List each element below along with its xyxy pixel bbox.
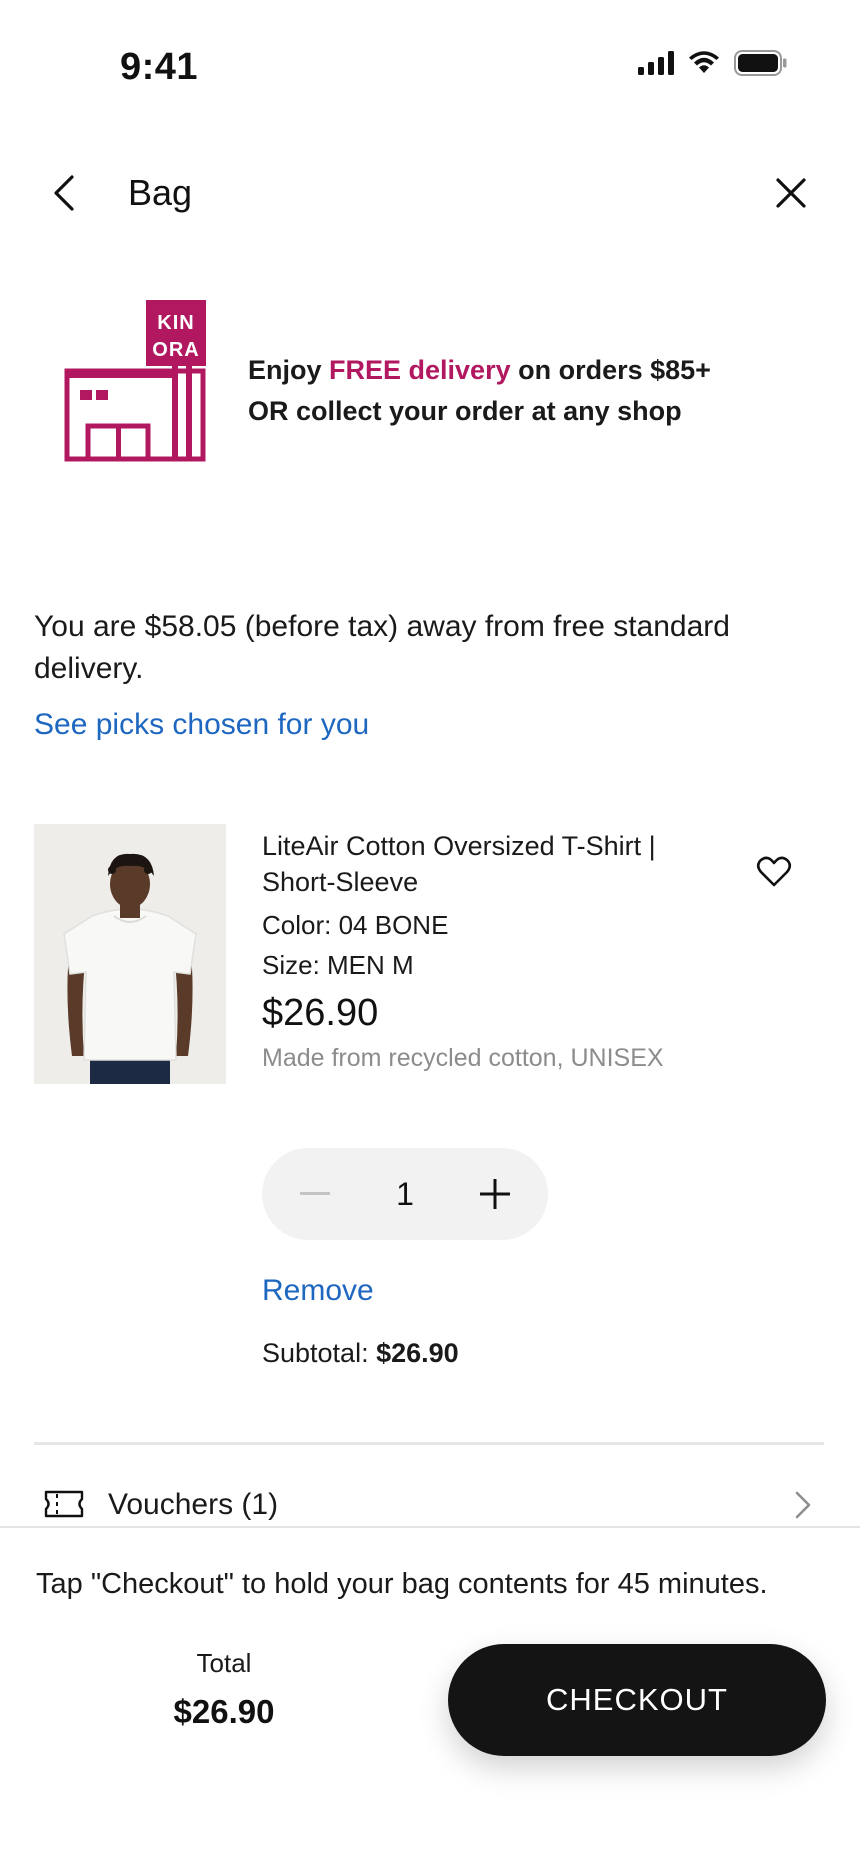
promo-accent: FREE delivery (329, 355, 511, 385)
heart-icon (756, 856, 792, 887)
vouchers-label: Vouchers (1) (108, 1488, 279, 1521)
promo-banner: KIN ORA Enjoy FREE delivery on orders $8… (64, 298, 824, 464)
total-value: $26.90 (173, 1693, 275, 1730)
total-label: Total (196, 1648, 252, 1678)
logo-line1: KIN (157, 312, 194, 334)
product-price: $26.90 (262, 992, 379, 1034)
signal-icon (638, 51, 674, 75)
back-button[interactable] (44, 168, 84, 218)
close-button[interactable] (766, 168, 816, 218)
promo-line2: OR collect your order at any shop (248, 396, 682, 426)
voucher-ticket-icon (44, 1490, 84, 1518)
product-name[interactable]: LiteAir Cotton Oversized T-Shirt | Short… (262, 828, 722, 900)
product-size: Size: MEN M (262, 950, 414, 980)
page-title: Bag (128, 172, 193, 213)
promo-suffix: on orders $85+ (510, 355, 711, 385)
divider (34, 1442, 824, 1445)
status-time: 9:41 (120, 46, 199, 88)
status-icons (638, 50, 788, 76)
product-color: Color: 04 BONE (262, 910, 449, 940)
product-image[interactable] (34, 824, 226, 1084)
plus-icon (479, 1179, 510, 1209)
quantity-stepper: 1 (262, 1148, 548, 1240)
checkout-panel: Tap "Checkout" to hold your bag contents… (0, 1526, 860, 1864)
decrease-quantity-button[interactable] (290, 1169, 340, 1219)
wifi-icon (689, 51, 719, 73)
product-info: LiteAir Cotton Oversized T-Shirt | Short… (262, 828, 722, 1077)
subtotal-label: Subtotal: (262, 1338, 377, 1368)
product-note: Made from recycled cotton, UNISEX (262, 1044, 664, 1072)
promo-text: Enjoy FREE delivery on orders $85+ OR co… (248, 350, 711, 432)
hold-message: Tap "Checkout" to hold your bag contents… (36, 1568, 768, 1600)
battery-icon (734, 50, 787, 76)
picks-link[interactable]: See picks chosen for you (34, 708, 369, 742)
chevron-right-icon (795, 1491, 811, 1519)
close-icon (776, 178, 806, 208)
wishlist-button[interactable] (756, 856, 796, 896)
delivery-threshold-message: You are $58.05 (before tax) away from fr… (34, 610, 730, 685)
total-block: Total $26.90 (150, 1648, 298, 1731)
remove-button[interactable]: Remove (262, 1274, 374, 1308)
store-logo-icon: KIN ORA (64, 300, 206, 462)
header: Bag (0, 150, 860, 240)
increase-quantity-button[interactable] (470, 1169, 520, 1219)
minus-icon (300, 1192, 330, 1195)
promo-prefix: Enjoy (248, 355, 330, 385)
logo-line2: ORA (152, 339, 199, 361)
subtotal: Subtotal: $26.90 (262, 1338, 459, 1369)
status-bar: 9:41 (0, 0, 860, 130)
chevron-left-icon (54, 175, 74, 211)
product-photo (34, 824, 226, 1084)
subtotal-value: $26.90 (376, 1338, 459, 1368)
quantity-value: 1 (396, 1175, 414, 1212)
checkout-button[interactable]: CHECKOUT (448, 1644, 826, 1756)
